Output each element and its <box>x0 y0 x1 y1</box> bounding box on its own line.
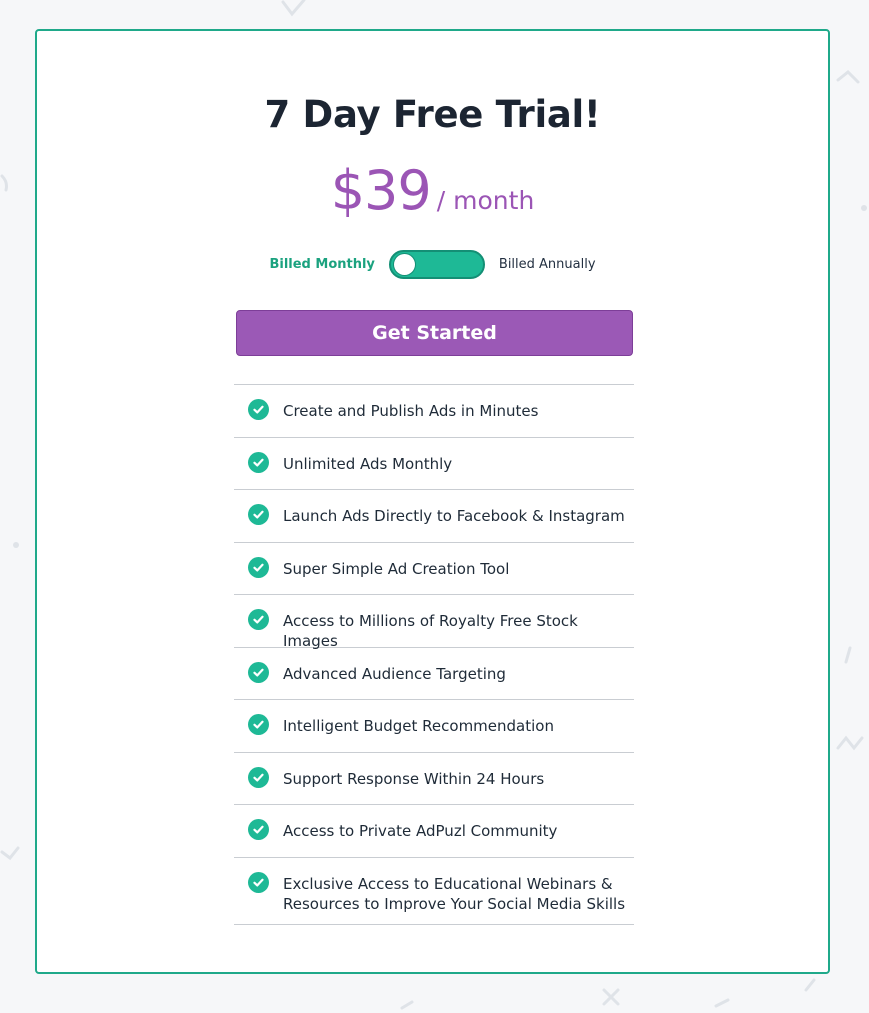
feature-text: Unlimited Ads Monthly <box>283 454 453 473</box>
feature-item: Exclusive Access to Educational Webinars… <box>234 858 634 925</box>
feature-item: Unlimited Ads Monthly <box>234 438 634 490</box>
check-circle-icon <box>248 819 269 840</box>
feature-item: Access to Millions of Royalty Free Stock… <box>234 595 634 650</box>
feature-text: Super Simple Ad Creation Tool <box>283 559 510 578</box>
feature-text: Create and Publish Ads in Minutes <box>283 402 539 420</box>
feature-text: Exclusive Access to Educational Webinars… <box>283 874 626 913</box>
check-circle-icon <box>248 871 269 893</box>
price-display: $39 / month <box>37 159 828 222</box>
pricing-card: 7 Day Free Trial! $39 / month Billed Mon… <box>35 29 830 974</box>
toggle-knob <box>393 254 415 275</box>
feature-item: Create and Publish Ads in Minutes <box>234 385 634 438</box>
check-circle-icon <box>248 504 269 525</box>
check-circle-icon <box>248 399 269 420</box>
check-circle-icon <box>248 609 269 630</box>
feature-item: Super Simple Ad Creation Tool <box>234 543 634 595</box>
check-circle-icon <box>248 451 269 473</box>
check-circle-icon <box>248 556 269 578</box>
feature-text: Advanced Audience Targeting <box>283 664 506 683</box>
billing-monthly-label[interactable]: Billed Monthly <box>269 257 374 272</box>
feature-text: Access to Millions of Royalty Free Stock… <box>283 612 578 650</box>
feature-item: Access to Private AdPuzl Community <box>234 805 634 858</box>
check-circle-icon <box>248 766 269 788</box>
price-amount: $39 <box>330 159 432 222</box>
feature-text: Support Response Within 24 Hours <box>283 769 545 788</box>
feature-text: Access to Private AdPuzl Community <box>283 822 558 840</box>
feature-text: Launch Ads Directly to Facebook & Instag… <box>283 507 625 525</box>
billing-annual-label[interactable]: Billed Annually <box>499 257 596 272</box>
feature-list: Create and Publish Ads in Minutes Unlimit… <box>234 384 634 925</box>
feature-item: Advanced Audience Targeting <box>234 648 634 700</box>
feature-item: Intelligent Budget Recommendation <box>234 700 634 753</box>
billing-toggle[interactable] <box>388 250 485 279</box>
get-started-button[interactable]: Get Started <box>236 310 633 356</box>
check-circle-icon <box>248 714 269 735</box>
plan-title: 7 Day Free Trial! <box>264 93 601 136</box>
feature-text: Intelligent Budget Recommendation <box>283 717 554 735</box>
feature-item: Support Response Within 24 Hours <box>234 753 634 805</box>
price-period: / month <box>436 186 535 215</box>
feature-item: Launch Ads Directly to Facebook & Instag… <box>234 490 634 543</box>
check-circle-icon <box>248 661 269 683</box>
billing-toggle-row: Billed Monthly Billed Annually <box>37 250 828 279</box>
